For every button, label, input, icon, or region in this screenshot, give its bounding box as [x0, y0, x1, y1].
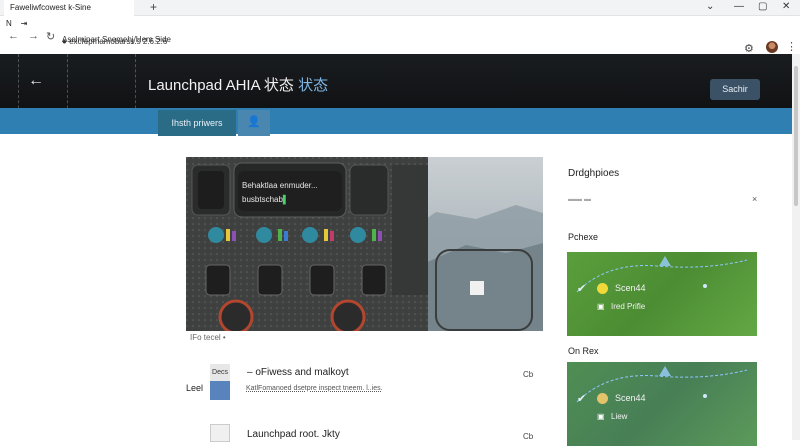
reload-icon[interactable]: ↻ [46, 30, 55, 43]
map-subtitle-2: Liew [611, 412, 628, 421]
tab-band [0, 108, 800, 134]
row-tag: Decs [210, 364, 230, 382]
row-thumbnail [210, 381, 230, 400]
search-button[interactable]: Sachir [710, 79, 760, 100]
more-menu-icon[interactable]: ⋮ [786, 40, 797, 53]
panel-display: Behaktlaa enmuder... busbtschab▌ [238, 179, 342, 207]
tab-title: Faweliwfcowest k-Sine [10, 3, 91, 12]
checkmark-icon[interactable]: ✔ [577, 392, 586, 405]
chevron-down-icon[interactable]: ⌄ [706, 1, 714, 12]
minimize-icon[interactable]: — [734, 1, 744, 12]
sidebar-placeholder: ▬▬ ▬ [568, 196, 591, 203]
info-icon: ▣ [597, 302, 605, 311]
tab-primary[interactable]: Ihsth priwers [158, 110, 236, 136]
map-title-2: Scen44 [615, 393, 646, 403]
map-subtitle: Ired Prifle [611, 302, 646, 311]
map-card-2[interactable]: ✔ Scen44 ▣ Liew [567, 362, 757, 446]
page-title: Launchpad AHIA 状态 状态 [148, 77, 329, 94]
browser-tab[interactable]: Faweliwfcowest k-Sine [4, 0, 134, 16]
checkmark-icon[interactable]: ✔ [577, 282, 586, 295]
page-scrollbar[interactable] [792, 54, 800, 440]
back-arrow-icon[interactable]: ← [28, 72, 44, 90]
sidebar-forward[interactable]: ⇥ [21, 19, 28, 28]
row-thumbnail-2 [210, 424, 230, 442]
avatar[interactable] [766, 41, 778, 53]
panel-line-2: busbtschab▌ [242, 195, 289, 204]
tab-user-icon[interactable]: 👤 [238, 110, 270, 136]
browser-tab-strip: Faweliwfcowest k-Sine + ⌄ — ▢ ✕ [0, 0, 800, 16]
sidebar-toggle[interactable]: N [6, 19, 12, 28]
image-caption: IFo tecel • [190, 333, 226, 342]
close-icon[interactable]: × [752, 194, 757, 204]
maximize-icon[interactable]: ▢ [758, 1, 767, 12]
panel-line-1: Behaktlaa enmuder... [242, 181, 318, 190]
close-icon[interactable]: ✕ [782, 1, 790, 12]
back-icon[interactable]: ← [8, 30, 19, 42]
url-field[interactable]: ● excfepmamobarss.s 2.6.2.6 [62, 35, 212, 49]
section-label-2: On Rex [568, 346, 599, 356]
sidebar-heading: Drdghpioes [568, 168, 620, 179]
forward-icon[interactable]: → [28, 30, 39, 42]
cursor-mark: ▌ [282, 195, 289, 204]
location-pin-icon [597, 283, 608, 294]
map-card[interactable]: ✔ Scen44 ▣ Ired Prifle [567, 252, 757, 336]
row-meta: Cb [523, 370, 534, 379]
map-route [576, 256, 748, 293]
list-label: Leel [186, 383, 204, 393]
new-tab-button[interactable]: + [150, 0, 157, 15]
row-subtitle: KatlFomanoed dsetpre inspect tneem. l..i… [246, 385, 383, 392]
row-title[interactable]: – oFiwess and malkoyt [247, 367, 349, 378]
map-route-2 [576, 366, 748, 403]
info-icon: ▣ [597, 412, 605, 421]
row-title-2[interactable]: Launchpad root. Jkty [247, 429, 340, 440]
title-accent: 状态 [298, 77, 329, 94]
location-pin-icon [597, 393, 608, 404]
map-title: Scen44 [615, 283, 646, 293]
feature-image: Behaktlaa enmuder... busbtschab▌ [186, 157, 543, 331]
site-info-icon[interactable]: ● [62, 37, 67, 46]
section-label: Pchexe [568, 232, 599, 242]
